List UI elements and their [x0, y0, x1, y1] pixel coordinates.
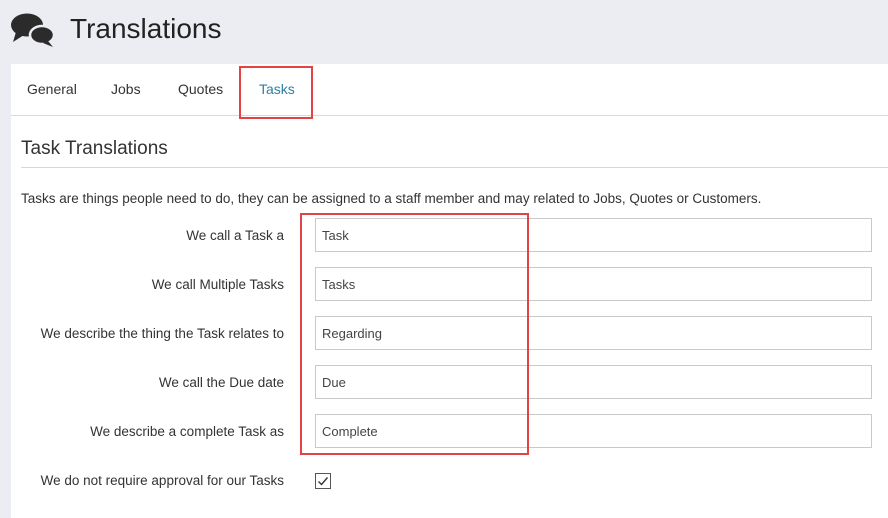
task-plural-input[interactable] [315, 267, 872, 301]
task-due-input[interactable] [315, 365, 872, 399]
task-plural-label: We call Multiple Tasks [151, 277, 284, 292]
task-due-label: We call the Due date [158, 375, 284, 390]
task-complete-label: We describe a complete Task as [90, 424, 284, 439]
checkmark-icon [318, 477, 329, 486]
tab-tasks[interactable]: Tasks [259, 81, 295, 97]
tab-quotes[interactable]: Quotes [178, 81, 223, 97]
section-title: Task Translations [21, 138, 168, 159]
translations-panel: General Jobs Quotes Tasks Task Translati… [11, 64, 888, 518]
tab-bar: General Jobs Quotes Tasks [11, 64, 888, 116]
task-singular-input[interactable] [315, 218, 872, 252]
approval-checkbox[interactable] [315, 473, 331, 489]
approval-label: We do not require approval for our Tasks [40, 473, 284, 488]
task-regarding-label: We describe the thing the Task relates t… [40, 326, 284, 341]
page-header: Translations [0, 0, 888, 64]
task-singular-label: We call a Task a [186, 228, 284, 243]
tab-jobs[interactable]: Jobs [111, 81, 141, 97]
page-title: Translations [70, 13, 222, 44]
task-complete-input[interactable] [315, 414, 872, 448]
section-description: Tasks are things people need to do, they… [21, 191, 762, 206]
section-divider [21, 167, 888, 168]
task-regarding-input[interactable] [315, 316, 872, 350]
tab-general[interactable]: General [27, 81, 77, 97]
chat-bubbles-icon [11, 13, 56, 47]
